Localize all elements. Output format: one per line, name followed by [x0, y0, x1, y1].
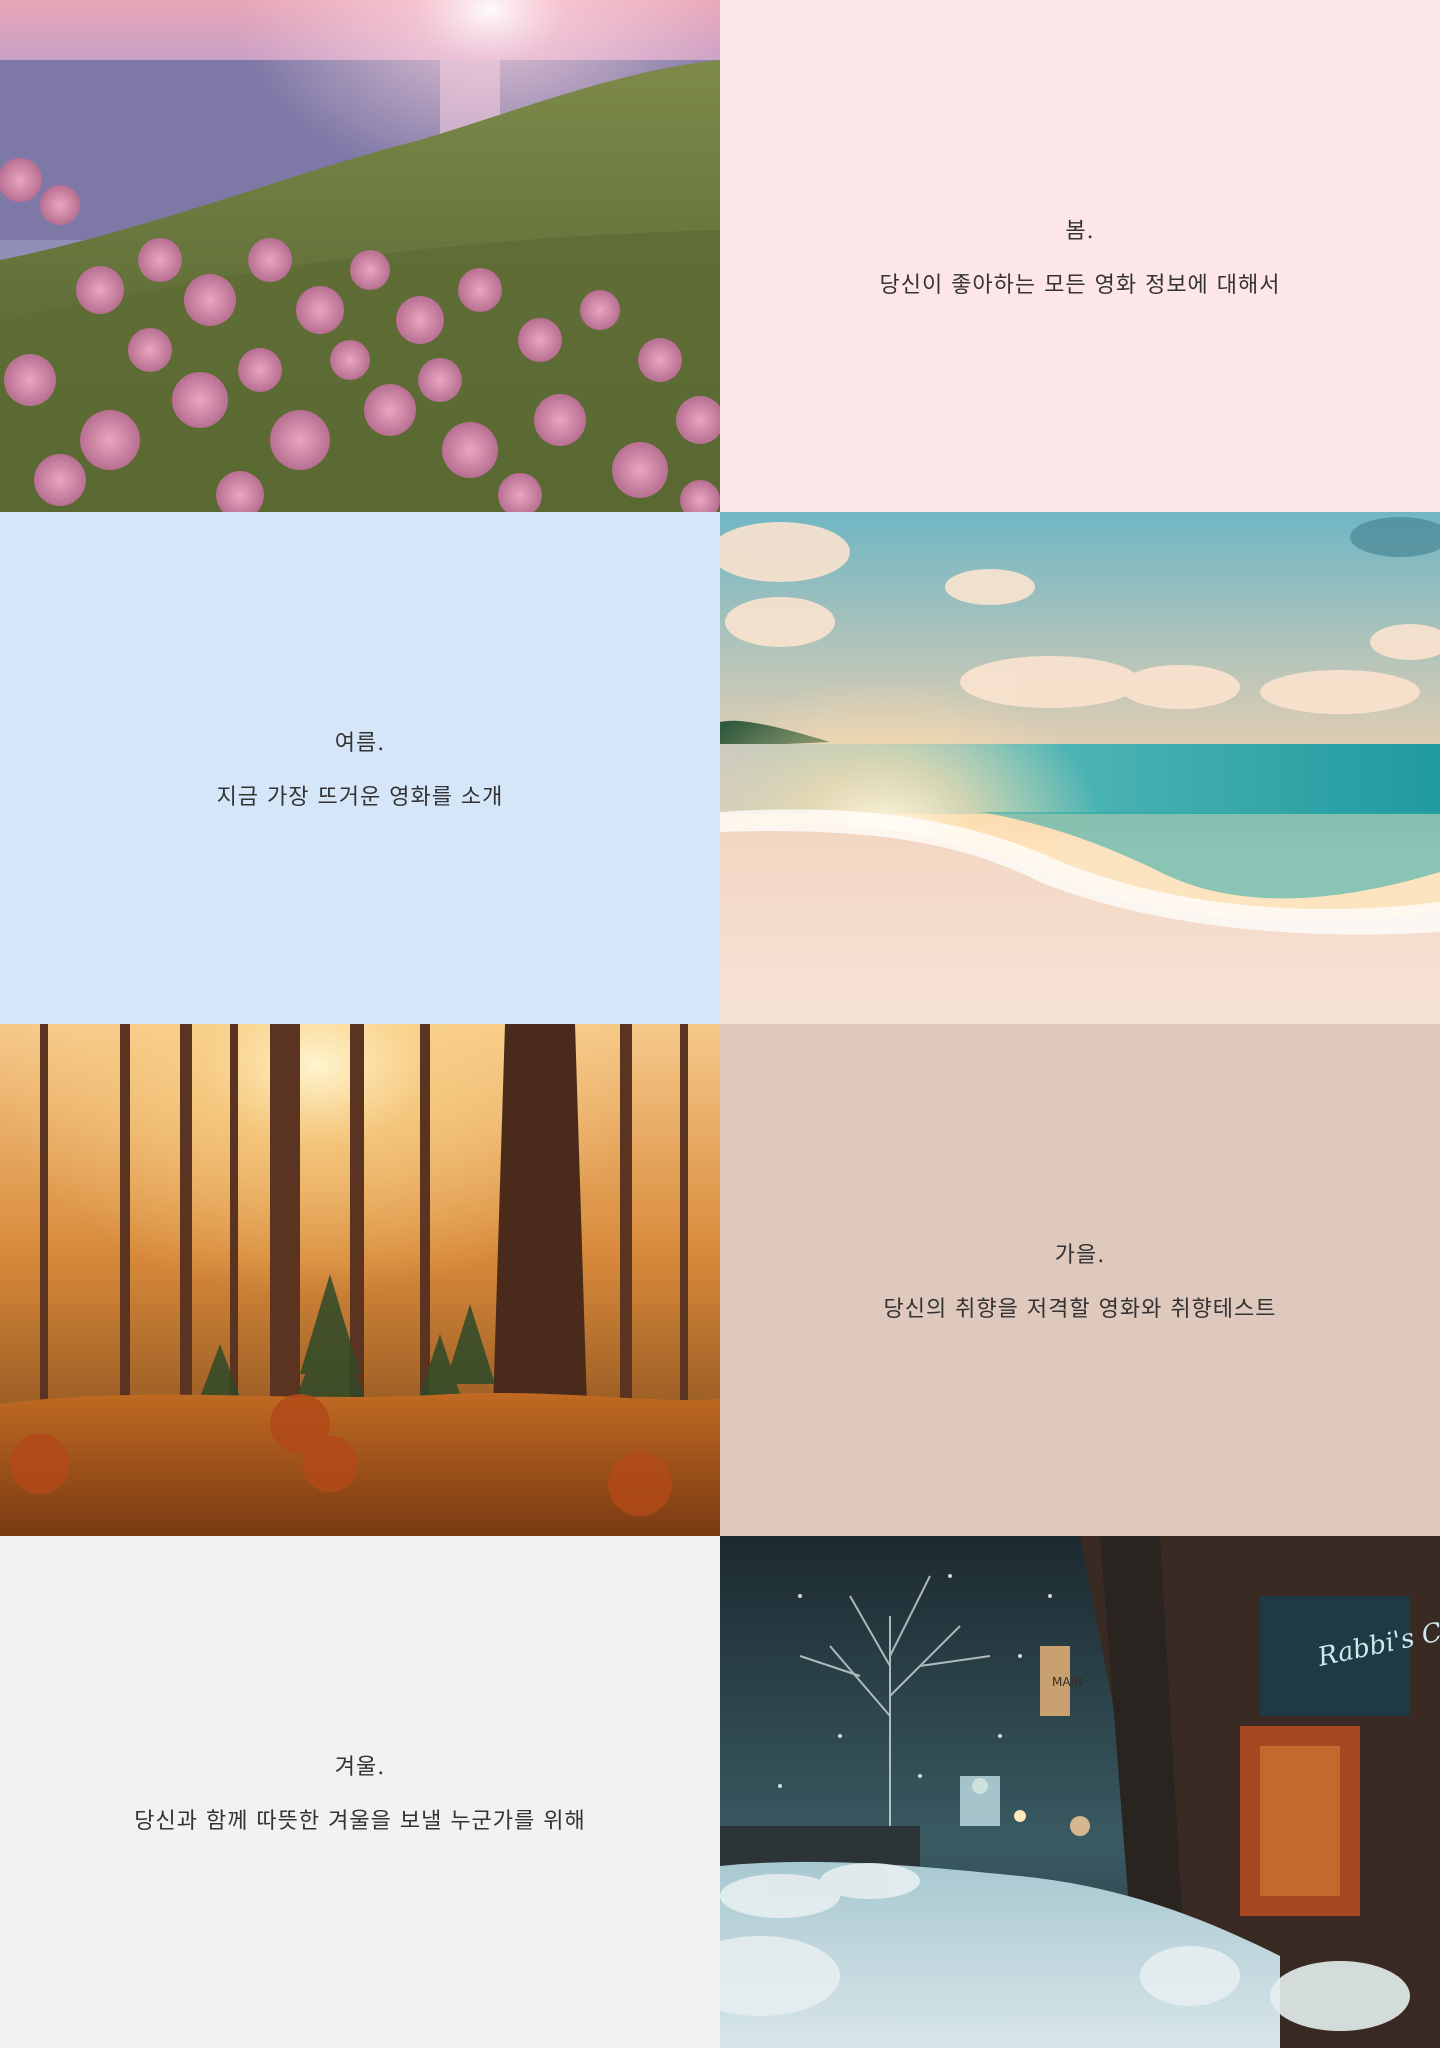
summer-panel: 여름. 지금 가장 뜨거운 영화를 소개 [0, 512, 720, 1024]
spring-subtitle: 당신이 좋아하는 모든 영화 정보에 대해서 [879, 273, 1281, 298]
spring-photo [0, 0, 720, 512]
winter-image: Rabbi's Cafe MAIN [720, 1536, 1440, 2048]
winter-panel: 겨울. 당신과 함께 따뜻한 겨울을 보낼 누군가를 위해 [0, 1536, 720, 2048]
winter-subtitle: 당신과 함께 따뜻한 겨울을 보낼 누군가를 위해 [134, 1809, 586, 1834]
season-grid: 봄. 당신이 좋아하는 모든 영화 정보에 대해서 여름. 지금 가장 뜨거운 … [0, 0, 1440, 2048]
autumn-panel: 가을. 당신의 취향을 저격할 영화와 취향테스트 [720, 1024, 1440, 1536]
autumn-image [0, 1024, 720, 1536]
spring-title: 봄. [1065, 219, 1095, 244]
autumn-title: 가을. [1054, 1243, 1106, 1268]
winter-title: 겨울. [334, 1755, 386, 1780]
winter-main-sign: MAIN [1052, 1675, 1083, 1689]
spring-panel: 봄. 당신이 좋아하는 모든 영화 정보에 대해서 [720, 0, 1440, 512]
autumn-subtitle: 당신의 취향을 저격할 영화와 취향테스트 [883, 1297, 1277, 1322]
winter-photo: Rabbi's Cafe MAIN [720, 1536, 1440, 2048]
summer-subtitle: 지금 가장 뜨거운 영화를 소개 [216, 785, 504, 810]
spring-image [0, 0, 720, 512]
summer-title: 여름. [334, 731, 386, 756]
summer-photo [720, 512, 1440, 1024]
summer-image [720, 512, 1440, 1024]
autumn-photo [0, 1024, 720, 1536]
